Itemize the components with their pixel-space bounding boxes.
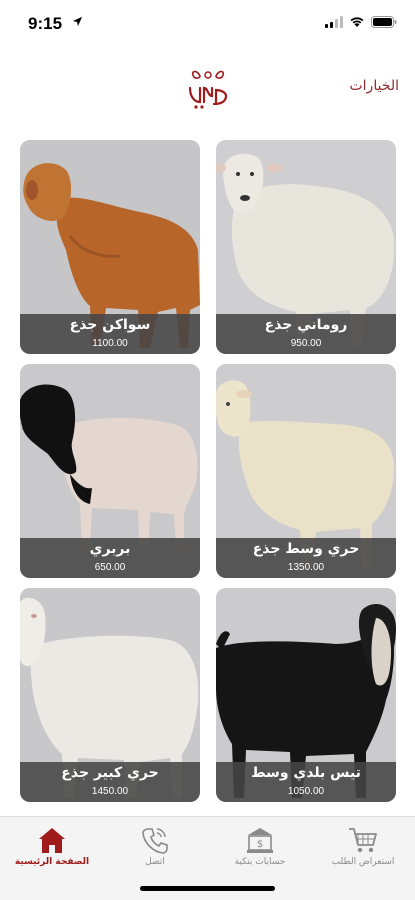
status-bar: 9:15 [0, 0, 415, 48]
product-caption: بربري 650.00 [20, 538, 200, 578]
status-icons [325, 16, 397, 28]
status-time: 9:15 [28, 14, 63, 33]
battery-icon [371, 16, 397, 28]
product-card[interactable]: حري كبير جذع 1450.00 [20, 588, 200, 802]
product-caption: سواكن جذع 1100.00 [20, 314, 200, 354]
product-caption: حري وسط جذع 1350.00 [216, 538, 396, 578]
product-card[interactable]: سواكن جذع 1100.00 [20, 140, 200, 354]
bank-icon: $ [247, 828, 273, 853]
product-card[interactable]: بربري 650.00 [20, 364, 200, 578]
tab-order-label: استعراض الطلب [331, 857, 395, 867]
svg-text:$: $ [257, 839, 263, 850]
product-caption: روماني جذع 950.00 [216, 314, 396, 354]
product-name: سواكن جذع [69, 317, 151, 333]
product-card[interactable]: حري وسط جذع 1350.00 [216, 364, 396, 578]
tab-contact[interactable]: اتصل [105, 823, 205, 879]
location-arrow-icon [72, 16, 83, 27]
product-card[interactable]: تيس بلدي وسط 1050.00 [216, 588, 396, 802]
home-icon [39, 828, 65, 853]
shopping-cart-icon [349, 828, 377, 853]
product-price: 1050.00 [287, 786, 325, 797]
product-price: 1450.00 [91, 786, 129, 797]
product-name: حري كبير جذع [61, 765, 159, 781]
brand-logo [188, 70, 228, 109]
tab-home-label: الصفحة الرئيسية [14, 857, 90, 867]
product-name: تيس بلدي وسط [251, 765, 361, 781]
product-name: روماني جذع [264, 317, 348, 333]
product-caption: تيس بلدي وسط 1050.00 [216, 762, 396, 802]
tab-bank-label: حسابات بنكية [234, 857, 286, 867]
product-price: 950.00 [290, 338, 322, 349]
tab-contact-label: اتصل [145, 857, 165, 867]
product-name: حري وسط جذع [252, 541, 360, 557]
app-header: الخيارات [0, 48, 415, 132]
home-indicator[interactable] [140, 886, 275, 891]
product-caption: حري كبير جذع 1450.00 [20, 762, 200, 802]
product-price: 1100.00 [92, 338, 128, 349]
tab-home[interactable]: الصفحة الرئيسية [2, 823, 102, 879]
phone-icon [142, 828, 168, 854]
product-name: بربري [89, 541, 131, 557]
wifi-icon [350, 17, 364, 27]
tab-view-order[interactable]: استعراض الطلب [313, 823, 413, 879]
product-price: 650.00 [94, 562, 126, 573]
product-price: 1350.00 [287, 562, 325, 573]
tab-bank-accounts[interactable]: $ حسابات بنكية [210, 823, 310, 879]
cellular-signal-icon [325, 16, 343, 28]
product-card[interactable]: روماني جذع 950.00 [216, 140, 396, 354]
options-button[interactable]: الخيارات [349, 78, 399, 94]
